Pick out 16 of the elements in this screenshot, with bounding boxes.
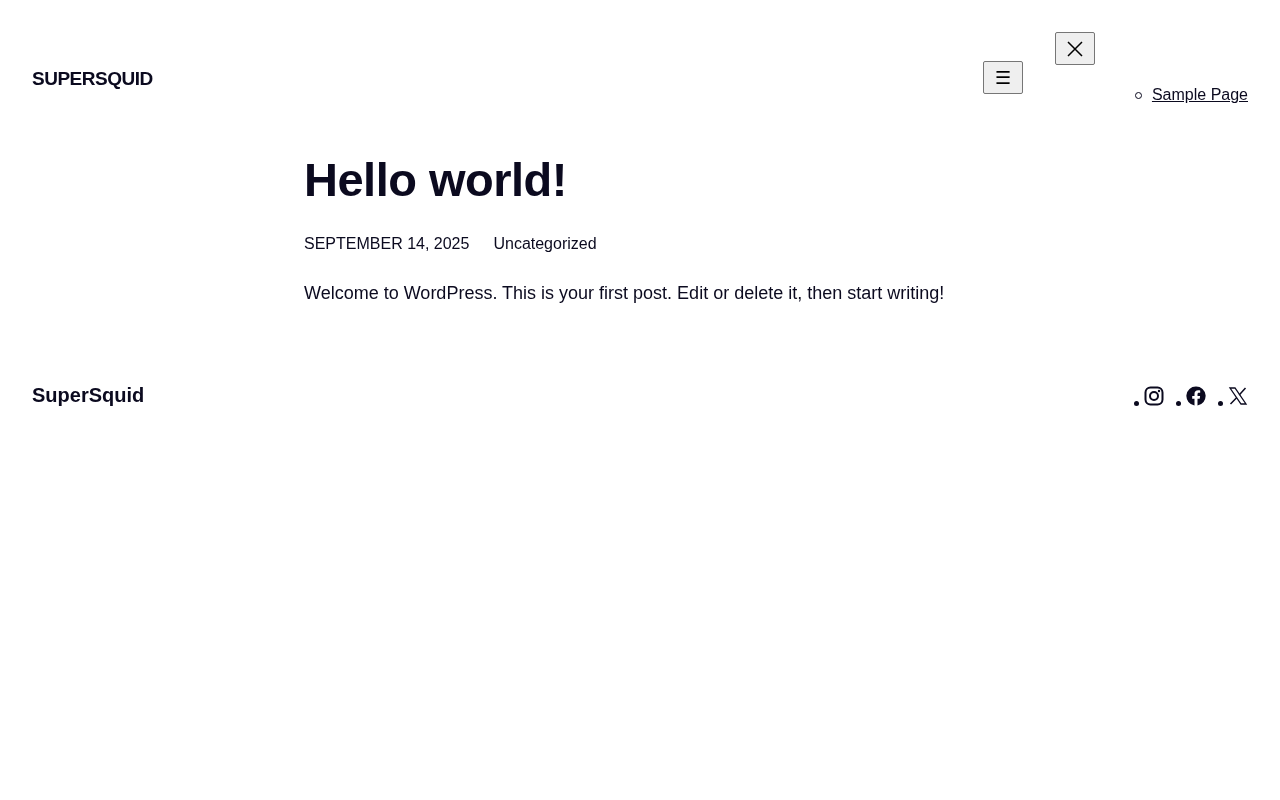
site-title[interactable]: SUPERSQUID <box>32 68 153 90</box>
facebook-icon[interactable] <box>1186 385 1206 406</box>
list-bullet-icon <box>1218 400 1223 406</box>
post-title: Hello world! <box>304 156 568 203</box>
footer-site-title[interactable]: SuperSquid <box>32 384 145 407</box>
list-bullet-icon <box>1176 400 1181 406</box>
close-icon <box>1066 40 1083 57</box>
list-bullet-icon <box>1134 400 1139 406</box>
post-body: Welcome to WordPress. This is your first post. Edit or delete it, then start writing! <box>304 283 946 304</box>
close-button[interactable] <box>1054 32 1095 65</box>
x-logo-icon[interactable] <box>1228 385 1248 406</box>
post-date: SEPTEMBER 14, 2025 <box>304 235 470 253</box>
instagram-icon[interactable] <box>1144 385 1164 406</box>
nav-link[interactable]: Sample Page <box>1151 86 1248 104</box>
menu-button[interactable]: ☰ <box>982 61 1023 94</box>
post-category[interactable]: Uncategorized <box>493 235 597 253</box>
